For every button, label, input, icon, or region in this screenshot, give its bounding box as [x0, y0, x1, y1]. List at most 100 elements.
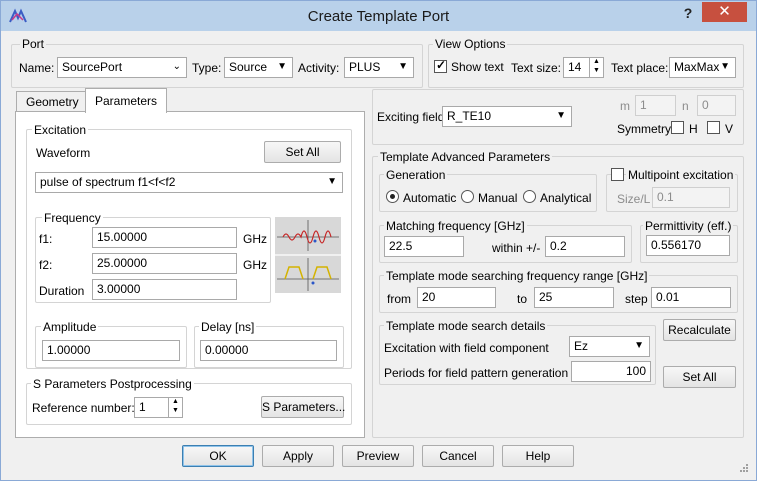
- automatic-radio[interactable]: [386, 190, 399, 203]
- matching-label: Matching frequency [GHz]: [384, 219, 527, 233]
- to-input[interactable]: 25: [534, 287, 614, 308]
- f1-label: f1:: [39, 232, 53, 246]
- tab-geometry[interactable]: Geometry: [16, 91, 89, 113]
- set-all-advanced-button[interactable]: Set All: [663, 366, 736, 388]
- type-value: Source: [229, 60, 268, 74]
- waveform-label: Waveform: [36, 146, 91, 160]
- dropdown-arrow-icon: ▼: [277, 61, 287, 72]
- f2-label: f2:: [39, 258, 53, 272]
- dropdown-arrow-icon: ▼: [327, 176, 337, 187]
- text-size-value: 14: [568, 60, 582, 74]
- chevron-down-icon: ⌄: [172, 61, 181, 72]
- within-label: within +/-: [492, 241, 541, 255]
- analytical-label: Analytical: [540, 191, 592, 205]
- periods-input[interactable]: 100: [571, 361, 651, 382]
- n-label: n: [682, 99, 689, 113]
- spin-arrows-icon[interactable]: ▲ ▼: [168, 398, 182, 417]
- text-size-spinbox[interactable]: 14 ▲ ▼: [563, 57, 604, 78]
- activity-label: Activity:: [298, 61, 340, 75]
- name-combo[interactable]: SourcePort ⌄: [57, 57, 187, 78]
- from-label: from: [387, 292, 411, 306]
- cancel-button[interactable]: Cancel: [422, 445, 494, 467]
- view-options-label: View Options: [433, 37, 508, 51]
- step-input[interactable]: 0.01: [651, 287, 731, 308]
- size-label: Size/L: [617, 192, 651, 206]
- exciting-field-combo[interactable]: R_TE10 ▼: [442, 106, 572, 127]
- waveform-combo[interactable]: pulse of spectrum f1<f<f2 ▼: [35, 172, 343, 193]
- close-button[interactable]: ✕: [702, 2, 747, 22]
- text-place-value: MaxMax: [674, 60, 720, 74]
- duration-label: Duration: [39, 284, 85, 298]
- manual-radio[interactable]: [461, 190, 474, 203]
- multipoint-label: Multipoint excitation: [626, 168, 736, 182]
- symmetry-h-label: H: [689, 122, 698, 136]
- reference-number-value: 1: [139, 400, 146, 414]
- activity-value: PLUS: [349, 60, 381, 74]
- matching-frequency-input[interactable]: 22.5: [384, 236, 464, 257]
- reference-number-spinbox[interactable]: 1 ▲ ▼: [134, 397, 183, 418]
- amplitude-input[interactable]: 1.00000: [42, 340, 180, 361]
- title-bar: Create Template Port ? ✕: [1, 1, 756, 31]
- size-input[interactable]: 0.1: [652, 187, 730, 208]
- sparams-label: S Parameters Postprocessing: [31, 377, 194, 391]
- show-text-checkbox[interactable]: [434, 58, 447, 73]
- ok-button[interactable]: OK: [182, 445, 254, 467]
- advanced-label: Template Advanced Parameters: [378, 150, 553, 164]
- permittivity-label: Permittivity (eff.): [643, 219, 734, 233]
- duration-input[interactable]: 3.00000: [92, 279, 237, 300]
- step-label: step: [625, 292, 648, 306]
- waveform-value: pulse of spectrum f1<f<f2: [40, 175, 176, 189]
- dialog-window: Create Template Port ? ✕ Port Name: Sour…: [0, 0, 757, 481]
- delay-label: Delay [ns]: [199, 320, 257, 334]
- f2-unit: GHz: [243, 258, 267, 272]
- text-place-label: Text place:: [611, 61, 669, 75]
- type-label: Type:: [192, 61, 222, 75]
- periods-label: Periods for field pattern generation: [384, 366, 569, 380]
- set-all-excitation-button[interactable]: Set All: [264, 141, 341, 163]
- m-input[interactable]: 1: [635, 95, 676, 116]
- exciting-field-label: Exciting field: [377, 110, 445, 124]
- excitation-label: Excitation: [32, 123, 89, 137]
- recalculate-button[interactable]: Recalculate: [663, 319, 736, 341]
- dropdown-arrow-icon: ▼: [634, 340, 644, 351]
- f2-input[interactable]: 25.00000: [92, 253, 237, 274]
- component-value: Ez: [574, 339, 589, 353]
- apply-button[interactable]: Apply: [262, 445, 334, 467]
- from-input[interactable]: 20: [417, 287, 496, 308]
- show-text-label: Show text: [451, 60, 504, 74]
- preview-button[interactable]: Preview: [342, 445, 414, 467]
- name-value: SourcePort: [62, 60, 123, 74]
- help-button[interactable]: Help: [502, 445, 574, 467]
- automatic-label: Automatic: [403, 191, 457, 205]
- dropdown-arrow-icon: ▼: [556, 110, 566, 121]
- f1-input[interactable]: 15.00000: [92, 227, 237, 248]
- delay-input[interactable]: 0.00000: [200, 340, 337, 361]
- symmetry-h-checkbox[interactable]: [671, 121, 684, 134]
- resize-grip-icon[interactable]: [737, 461, 749, 473]
- permittivity-input[interactable]: 0.556170: [646, 235, 730, 256]
- component-combo[interactable]: Ez ▼: [569, 336, 650, 357]
- within-input[interactable]: 0.2: [545, 236, 625, 257]
- window-title: Create Template Port: [307, 8, 450, 25]
- m-label: m: [620, 99, 630, 113]
- spin-arrows-icon[interactable]: ▲ ▼: [589, 58, 603, 77]
- manual-label: Manual: [478, 191, 518, 205]
- f1-unit: GHz: [243, 232, 267, 246]
- component-label: Excitation with field component: [384, 341, 549, 355]
- range-label: Template mode searching frequency range …: [384, 269, 650, 283]
- symmetry-v-label: V: [725, 122, 734, 136]
- text-place-combo[interactable]: MaxMax ▼: [669, 57, 736, 78]
- symmetry-v-checkbox[interactable]: [707, 121, 720, 134]
- details-label: Template mode search details: [384, 319, 548, 333]
- type-combo[interactable]: Source ▼: [224, 57, 293, 78]
- generation-label: Generation: [384, 168, 448, 182]
- amplitude-label: Amplitude: [41, 320, 99, 334]
- multipoint-checkbox[interactable]: [611, 168, 624, 181]
- help-icon[interactable]: ?: [677, 5, 699, 23]
- activity-combo[interactable]: PLUS ▼: [344, 57, 414, 78]
- s-parameters-button[interactable]: S Parameters...: [261, 396, 345, 418]
- tab-parameters[interactable]: Parameters: [85, 88, 168, 113]
- dropdown-arrow-icon: ▼: [398, 61, 408, 72]
- analytical-radio[interactable]: [523, 190, 536, 203]
- n-input[interactable]: 0: [697, 95, 736, 116]
